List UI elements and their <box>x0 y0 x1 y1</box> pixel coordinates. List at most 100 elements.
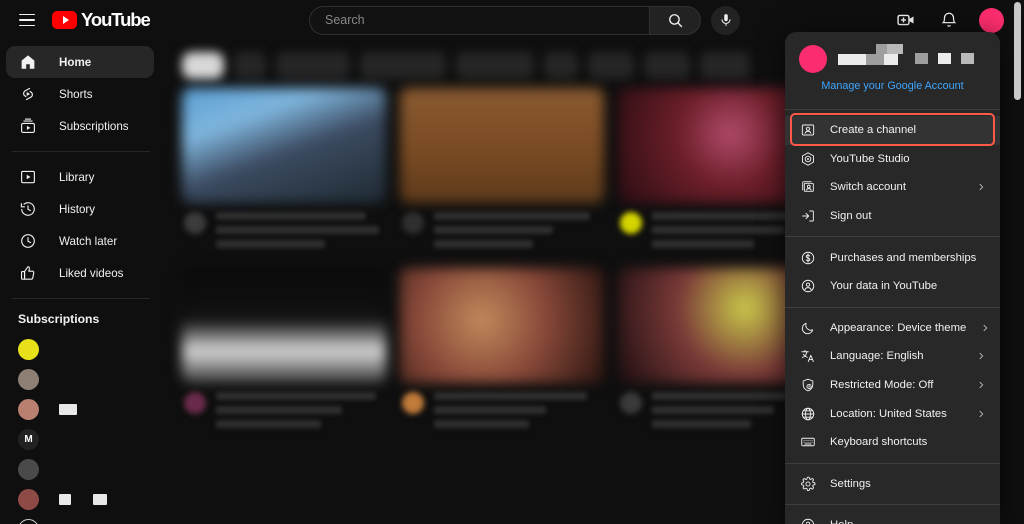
filter-chip[interactable] <box>644 51 690 79</box>
menu-item-label: Keyboard shortcuts <box>830 436 928 449</box>
search-icon <box>668 13 682 27</box>
menu-item-purchases-and-memberships[interactable]: Purchases and memberships <box>785 243 1000 272</box>
video-thumbnail[interactable] <box>182 88 386 203</box>
sidebar-item-library[interactable]: Library <box>6 161 154 193</box>
notifications-button[interactable] <box>936 7 962 33</box>
voice-search-button[interactable] <box>711 5 740 35</box>
search-button[interactable] <box>649 5 701 35</box>
video-channel-avatar[interactable] <box>184 212 206 234</box>
video-meta <box>400 383 604 434</box>
menu-separator <box>785 504 1000 506</box>
video-thumbnail[interactable] <box>400 268 604 383</box>
menu-item-restricted-mode-off[interactable]: Restricted Mode: Off <box>785 371 1000 400</box>
video-meta <box>400 203 604 254</box>
filter-chip[interactable] <box>588 51 634 79</box>
youtube-logo[interactable]: YouTube <box>52 9 151 31</box>
video-card[interactable] <box>182 88 386 254</box>
sidebar-subscription-item[interactable] <box>6 364 154 394</box>
library-icon <box>18 168 37 187</box>
menu-item-label: Settings <box>830 477 871 490</box>
video-channel-avatar[interactable] <box>620 212 642 234</box>
search-input[interactable] <box>325 13 649 27</box>
shorts-icon <box>18 85 37 104</box>
sidebar-item-shorts[interactable]: Shorts <box>6 78 154 110</box>
chevron-right-icon <box>980 322 990 334</box>
menu-item-label: Location: United States <box>830 407 947 420</box>
keyboard-icon <box>799 434 816 451</box>
bell-icon <box>941 12 957 27</box>
sidebar-item-subscriptions[interactable]: Subscriptions <box>6 110 154 142</box>
menu-separator <box>785 306 1000 308</box>
menu-item-label: Switch account <box>830 181 906 194</box>
manage-google-account-link[interactable]: Manage your Google Account <box>799 74 986 94</box>
video-thumbnail[interactable] <box>182 268 386 383</box>
sidebar-item-home[interactable]: Home <box>6 46 154 78</box>
filter-chip[interactable] <box>182 51 224 79</box>
video-thumbnail[interactable] <box>400 88 604 203</box>
filter-chip[interactable] <box>700 51 750 79</box>
video-channel-avatar[interactable] <box>402 392 424 414</box>
video-card[interactable] <box>182 268 386 434</box>
sidebar-item-liked-videos[interactable]: Liked videos <box>6 257 154 289</box>
channel-avatar <box>18 458 39 480</box>
account-menu-panel: Manage your Google Account Create a chan… <box>785 32 1000 524</box>
video-card[interactable] <box>400 88 604 254</box>
video-title-redacted <box>216 212 386 254</box>
sidebar-item-subscriptions-label: Subscriptions <box>59 119 129 133</box>
menu-item-language-english[interactable]: Language: English <box>785 342 1000 371</box>
menu-item-sign-out[interactable]: Sign out <box>785 202 1000 231</box>
page-scrollbar-thumb[interactable] <box>1014 2 1021 100</box>
sidebar-subscription-item[interactable]: + <box>6 514 154 524</box>
filter-chip[interactable] <box>544 51 578 79</box>
menu-item-create-a-channel[interactable]: Create a channel <box>785 113 1000 146</box>
video-meta <box>182 383 386 434</box>
youtube-wordmark: YouTube <box>81 9 151 30</box>
sidebar-subscriptions-heading: Subscriptions <box>18 312 100 326</box>
menu-item-youtube-studio[interactable]: YouTube Studio <box>785 145 1000 174</box>
filter-chip[interactable] <box>276 51 350 79</box>
sidebar-subscription-list: M+ <box>0 334 160 524</box>
menu-item-appearance-device-theme[interactable]: Appearance: Device theme <box>785 314 1000 343</box>
video-channel-avatar[interactable] <box>402 212 424 234</box>
menu-item-your-data-in-youtube[interactable]: Your data in YouTube <box>785 272 1000 301</box>
channel-avatar <box>18 398 39 420</box>
video-card[interactable] <box>400 268 604 434</box>
menu-item-keyboard-shortcuts[interactable]: Keyboard shortcuts <box>785 428 1000 457</box>
video-channel-avatar[interactable] <box>184 392 206 414</box>
channel-avatar <box>18 368 39 390</box>
menu-item-label: Help <box>830 519 986 524</box>
account-menu-avatar <box>799 45 827 73</box>
home-icon <box>18 53 37 72</box>
chevron-right-icon <box>976 350 986 362</box>
menu-item-switch-account[interactable]: Switch account <box>785 173 1000 202</box>
filter-chip[interactable] <box>360 51 446 79</box>
sidebar-item-watch-later[interactable]: Watch later <box>6 225 154 257</box>
hamburger-icon[interactable] <box>14 7 40 33</box>
sidebar-subscription-item[interactable] <box>6 334 154 364</box>
video-meta <box>182 203 386 254</box>
youtube-app-window: YouTube Search Home Shorts Subscriptions… <box>0 0 1024 524</box>
channel-avatar: M <box>18 428 39 450</box>
menu-item-settings[interactable]: Settings <box>785 470 1000 499</box>
filter-chip[interactable] <box>456 51 534 79</box>
sidebar-subscription-item[interactable] <box>6 394 154 424</box>
filter-chip[interactable] <box>234 51 266 79</box>
sidebar-subscription-item[interactable] <box>6 484 154 514</box>
menu-item-location-united-states[interactable]: Location: United States <box>785 399 1000 428</box>
search-input-wrapper[interactable] <box>309 5 649 35</box>
sidebar-item-liked-videos-label: Liked videos <box>59 266 124 280</box>
sidebar-item-history[interactable]: History <box>6 193 154 225</box>
account-avatar-button[interactable] <box>979 7 1004 33</box>
chevron-right-icon <box>976 181 986 193</box>
sidebar-subscription-item[interactable]: M <box>6 424 154 454</box>
video-channel-avatar[interactable] <box>620 392 642 414</box>
sign-out-icon <box>799 208 816 225</box>
sidebar-subscription-item[interactable] <box>6 454 154 484</box>
create-video-button[interactable] <box>893 7 919 33</box>
menu-item-help[interactable]: Help <box>785 511 1000 524</box>
sidebar-divider-1 <box>12 151 150 152</box>
sidebar: Home Shorts Subscriptions Library Histor… <box>0 40 160 524</box>
search-bar <box>309 5 701 35</box>
sidebar-divider-2 <box>12 298 150 299</box>
account-name-and-email-redacted <box>838 44 986 74</box>
